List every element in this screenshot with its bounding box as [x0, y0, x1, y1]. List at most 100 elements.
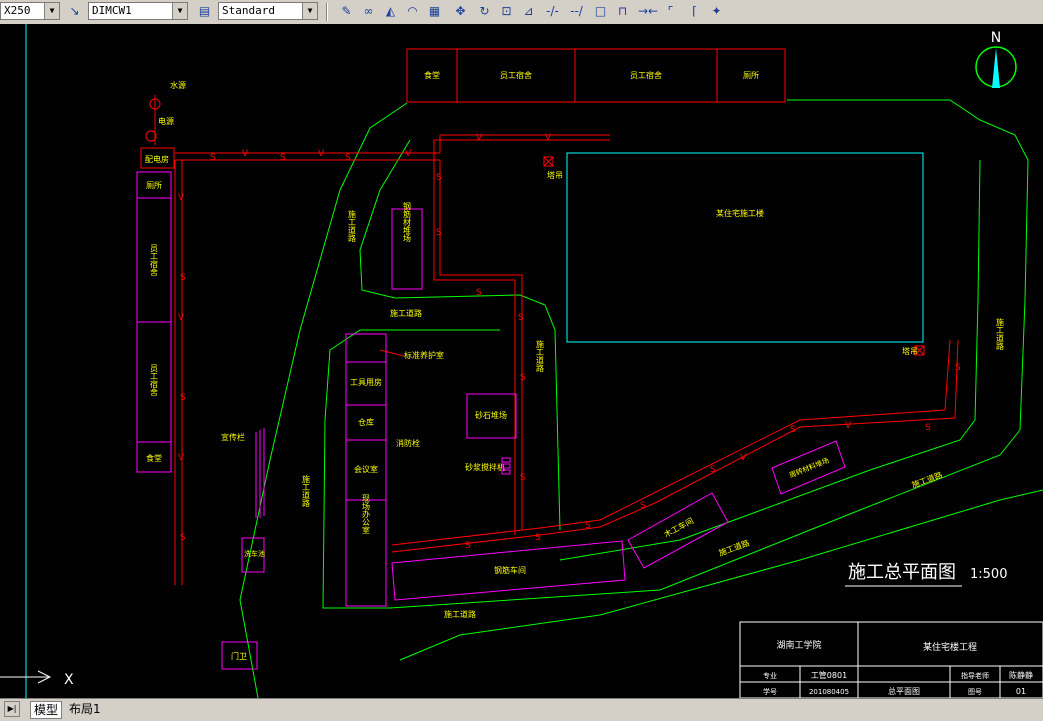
layout-tabs: ▶| 模型 布局1 [0, 698, 1043, 721]
svg-text:S: S [180, 533, 186, 543]
link-icon[interactable]: ∞ [360, 3, 377, 20]
drawing-svg: S S S V V V V S V S V S S S S S S S S S S S S S S S V V V V 食堂 员工… [0, 24, 1043, 698]
chevron-down-icon[interactable]: ▼ [44, 3, 59, 19]
svg-text:S: S [520, 473, 526, 483]
svg-text:S: S [180, 273, 186, 283]
fillet-icon[interactable]: ⌜ [662, 3, 679, 20]
gate-label: 门卫 [231, 651, 247, 661]
office-meeting: 会议室 [354, 464, 378, 474]
tower-crane-2-label: 塔吊 [902, 346, 918, 356]
left-building-1: 厕所 [146, 180, 162, 190]
title-block-id-value: 201080405 [809, 688, 849, 696]
svg-text:V: V [740, 453, 747, 463]
top-building-4: 厕所 [743, 70, 759, 80]
explode-icon[interactable]: ✦ [708, 3, 725, 20]
notice-board-label: 宣传栏 [221, 432, 245, 442]
ucs-icon [0, 670, 52, 684]
road-label-f: 施工道路 [910, 470, 943, 490]
wood-shed-label: 木工车间 [662, 515, 695, 539]
road-label-h: 施工道路 [444, 609, 476, 619]
svg-text:V: V [242, 149, 249, 159]
chevron-down-icon[interactable]: ▼ [302, 3, 317, 19]
svg-text:S: S [436, 228, 442, 238]
svg-text:S: S [210, 153, 216, 163]
title-block-major-value: 工管0801 [811, 670, 847, 680]
north-arrow-needle [992, 48, 1000, 88]
extend-icon[interactable]: --/ [568, 3, 585, 20]
dimstyle-combo-value: DIMCW1 [92, 4, 132, 17]
top-building-3: 员工宿舍 [630, 70, 662, 80]
array-icon[interactable]: ▦ [426, 3, 443, 20]
notice-board [255, 428, 265, 518]
svg-text:S: S [925, 423, 931, 433]
top-building-2: 员工宿舍 [500, 70, 532, 80]
svg-text:V: V [545, 133, 552, 143]
trim-icon[interactable]: -/- [544, 3, 561, 20]
stretch-icon[interactable]: ⊿ [520, 3, 537, 20]
rebar-yard-label: 钢筋材堆场 [403, 201, 412, 243]
svg-text:V: V [178, 313, 185, 323]
tab-model[interactable]: 模型 [30, 701, 63, 719]
dimstyle-combo[interactable]: DIMCW1 ▼ [88, 2, 188, 20]
svg-text:V: V [318, 149, 325, 159]
top-building-1: 食堂 [424, 70, 440, 80]
wash-pit-label: 洗车池 [244, 549, 265, 558]
move-icon[interactable]: ✥ [452, 3, 469, 20]
textstyle-icon[interactable]: ▤ [196, 3, 213, 20]
toolbar: X250 ▼ ↘ DIMCW1 ▼ ▤ Standard ▼ ✎ ∞ ◭ ◠ ▦ ✥ … [0, 0, 1043, 25]
office-site-office: 现场办公室 [362, 494, 371, 534]
tab-nav-icon[interactable]: ▶| [4, 701, 20, 717]
standard-guard-label: 标准养护室 [404, 350, 444, 360]
title-block-designer-value: 陈静静 [1009, 670, 1033, 680]
break-icon[interactable]: □ [592, 3, 609, 20]
svg-text:V: V [845, 421, 852, 431]
road-label-d: 施工道路 [302, 474, 311, 507]
chamfer-icon[interactable]: →← [638, 3, 658, 20]
left-building-3: 员工宿舍 [150, 364, 159, 397]
ucs-x-label: X [64, 672, 74, 688]
textstyle-combo[interactable]: Standard ▼ [218, 2, 318, 20]
main-building [566, 152, 924, 343]
svg-text:S: S [955, 363, 961, 373]
svg-text:S: S [518, 313, 524, 323]
title-block-id-label: 学号 [763, 687, 777, 696]
scale-icon[interactable]: ⊡ [498, 3, 515, 20]
pipe-lines [154, 95, 959, 585]
title-block-sheet-value: 01 [1016, 687, 1026, 696]
pencil-icon[interactable]: ✎ [338, 3, 355, 20]
svg-text:V: V [405, 149, 412, 159]
offset-icon[interactable]: ◠ [404, 3, 421, 20]
top-building-row [406, 48, 786, 103]
road-label-b: 施工道路 [348, 209, 357, 242]
office-tool-room: 工具用房 [350, 377, 382, 387]
svg-text:S: S [710, 465, 716, 475]
scale-combo-value: X250 [4, 4, 31, 17]
road-label-a: 施工道路 [390, 308, 422, 318]
toolbar-separator [326, 3, 328, 21]
drawing-canvas[interactable]: S S S V V V V S V S V S S S S S S S S S S S S S S S V V V V 食堂 员工… [0, 24, 1043, 698]
scale-combo[interactable]: X250 ▼ [0, 2, 60, 20]
svg-text:S: S [640, 501, 646, 511]
svg-text:V: V [476, 133, 483, 143]
svg-text:V: V [178, 453, 185, 463]
svg-text:S: S [476, 288, 482, 298]
svg-text:S: S [520, 373, 526, 383]
mirror-icon[interactable]: ◭ [382, 3, 399, 20]
guard-leader-line [379, 349, 405, 357]
main-building-label: 某住宅施工楼 [716, 208, 764, 218]
rotate-icon[interactable]: ↻ [476, 3, 493, 20]
mixer-label: 砂浆搅拌机 [465, 462, 505, 472]
tab-layout1[interactable]: 布局1 [66, 701, 104, 717]
svg-text:S: S [280, 153, 286, 163]
svg-text:V: V [178, 193, 185, 203]
join-icon[interactable]: ⊓ [614, 3, 631, 20]
title-block-designer-label: 指导老师 [961, 671, 989, 680]
dimstyle-icon[interactable]: ↘ [66, 3, 83, 20]
svg-text:S: S [465, 541, 471, 551]
left-building-2: 员工宿舍 [150, 244, 159, 277]
water-source-label: 水源 [170, 80, 186, 90]
title-block-school: 湖南工学院 [776, 639, 821, 651]
office-warehouse: 仓库 [358, 417, 374, 427]
chevron-down-icon[interactable]: ▼ [172, 3, 187, 19]
fillet2-icon[interactable]: ⌈ [686, 3, 703, 20]
